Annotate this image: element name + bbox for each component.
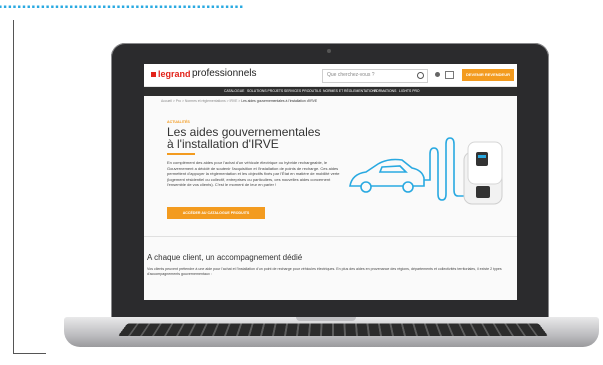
ev-charging-illustration bbox=[349, 137, 503, 205]
wall-charger-icon bbox=[463, 141, 503, 205]
article-body: En complément des aides pour l'achat d'u… bbox=[167, 160, 340, 187]
search-placeholder: Que cherchez-vous ? bbox=[327, 72, 375, 78]
brand-suffix: professionnels bbox=[192, 68, 257, 79]
search-input[interactable]: Que cherchez-vous ? bbox=[322, 69, 428, 83]
main-nav: CATALOGUE SOLUTIONS PROJETS SERVICES PRO… bbox=[144, 87, 517, 96]
brand-logo[interactable]: legrand bbox=[158, 69, 191, 79]
search-icon[interactable] bbox=[417, 72, 424, 79]
become-reseller-button[interactable]: DEVENIR REVENDEUR bbox=[462, 69, 514, 81]
laptop-screen: legrand professionnels Que cherchez-vous… bbox=[144, 64, 517, 300]
car-outline-icon bbox=[349, 158, 425, 193]
camera-icon bbox=[327, 49, 331, 53]
user-icon[interactable] bbox=[435, 72, 440, 77]
nav-item-solutions[interactable]: SOLUTIONS PROJETS bbox=[247, 89, 283, 93]
laptop-keyboard bbox=[118, 323, 548, 336]
nav-item-lights[interactable]: LIGHTS PRO bbox=[399, 89, 420, 93]
bracket-line-vertical bbox=[13, 20, 14, 354]
section-title: A chaque client, un accompagnement dédié bbox=[147, 253, 303, 262]
nav-item-normes[interactable]: NORMES ET RÉGLEMENTATIONS bbox=[323, 89, 377, 93]
laptop-notch bbox=[296, 317, 356, 321]
site-header: legrand professionnels Que cherchez-vous… bbox=[144, 64, 517, 87]
legrand-logo-icon[interactable] bbox=[151, 72, 156, 77]
cart-icon[interactable] bbox=[445, 71, 454, 79]
breadcrumb-current: Les aides gouvernementales à l'installat… bbox=[241, 99, 318, 103]
title-underline bbox=[167, 153, 195, 155]
breadcrumb-path[interactable]: Accueil > Pro > Normes et réglementation… bbox=[161, 99, 241, 103]
nav-item-outils[interactable]: OUTILS bbox=[309, 89, 321, 93]
charging-cable bbox=[424, 137, 464, 201]
article-kicker: ACTUALITÉS bbox=[167, 120, 190, 124]
section-divider bbox=[144, 236, 517, 237]
article-title: Les aides gouvernementales à l'installat… bbox=[167, 125, 321, 151]
breadcrumb: Accueil > Pro > Normes et réglementation… bbox=[161, 99, 317, 103]
page-headline-fragment: ........................................… bbox=[0, 0, 244, 12]
bracket-line-horizontal bbox=[13, 353, 46, 354]
nav-item-services[interactable]: SERVICES PRO bbox=[284, 89, 309, 93]
catalogue-button[interactable]: ACCÉDER AU CATALOGUE PRODUITS bbox=[167, 207, 265, 219]
nav-item-catalogue[interactable]: CATALOGUE bbox=[224, 89, 244, 93]
section-text: Vos clients peuvent prétendre à une aide… bbox=[147, 267, 502, 276]
nav-item-formations[interactable]: FORMATIONS bbox=[374, 89, 396, 93]
